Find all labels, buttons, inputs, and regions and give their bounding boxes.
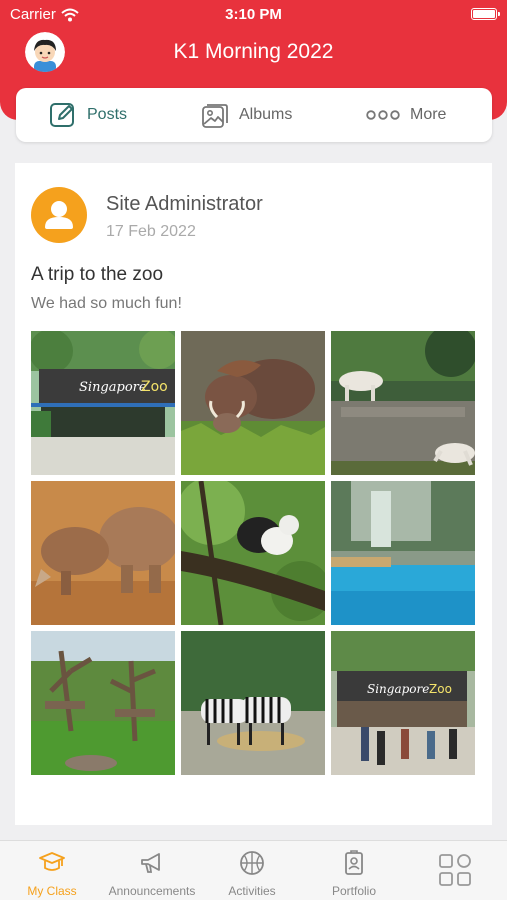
nav-announcements[interactable]: Announcements bbox=[102, 841, 202, 900]
segment-tabbar: Posts Albums More bbox=[16, 88, 492, 142]
tab-albums[interactable]: Albums bbox=[201, 88, 292, 142]
apps-grid-icon bbox=[439, 854, 471, 886]
photo-zoo-entrance[interactable]: Singapore Zoo bbox=[31, 331, 175, 475]
tab-posts-label: Posts bbox=[87, 106, 128, 123]
nav-my-class[interactable]: My Class bbox=[2, 841, 102, 900]
photo-white-tigers[interactable] bbox=[331, 331, 475, 475]
photo-zoo-entrance-crowd[interactable]: Singapore Zoo bbox=[331, 631, 475, 775]
tab-more-label: More bbox=[410, 106, 447, 123]
nav-portfolio-label: Portfolio bbox=[331, 884, 377, 898]
class-title: K1 Morning 2022 bbox=[173, 40, 334, 63]
post-title: A trip to the zoo bbox=[31, 264, 164, 285]
photo-waterfall-pool[interactable] bbox=[331, 481, 475, 625]
svg-text:Zoo: Zoo bbox=[429, 682, 452, 696]
nav-announcements-label: Announcements bbox=[108, 884, 196, 898]
photo-zebras[interactable] bbox=[181, 631, 325, 775]
post-body: We had so much fun! bbox=[31, 295, 182, 312]
svg-text:Singapore: Singapore bbox=[367, 682, 429, 696]
svg-text:Singapore: Singapore bbox=[79, 380, 147, 395]
bottom-tab-bar: My Class Announcements Activities Portfo… bbox=[0, 840, 507, 900]
tab-albums-label: Albums bbox=[239, 106, 293, 123]
photo-album-icon bbox=[202, 104, 228, 128]
nav-activities[interactable]: Activities bbox=[202, 841, 302, 900]
photo-rhinos[interactable] bbox=[31, 481, 175, 625]
status-time: 3:10 PM bbox=[225, 6, 282, 23]
more-dots-icon bbox=[366, 110, 400, 120]
tab-posts[interactable]: Posts bbox=[49, 88, 127, 142]
tab-more[interactable]: More bbox=[366, 88, 446, 142]
megaphone-icon bbox=[141, 853, 160, 873]
photo-warthog[interactable] bbox=[181, 331, 325, 475]
photo-ape-enclosure[interactable] bbox=[31, 631, 175, 775]
portfolio-icon bbox=[345, 850, 363, 875]
nav-portfolio[interactable]: Portfolio bbox=[304, 841, 404, 900]
battery-icon bbox=[471, 8, 500, 20]
author-name[interactable]: Site Administrator bbox=[106, 193, 263, 216]
author-avatar[interactable] bbox=[31, 187, 87, 243]
graduation-cap-icon bbox=[39, 852, 65, 871]
edit-icon bbox=[50, 103, 74, 127]
basketball-icon bbox=[240, 851, 264, 875]
nav-apps[interactable] bbox=[405, 841, 505, 900]
post-date: 17 Feb 2022 bbox=[106, 223, 196, 240]
status-bar: Carrier 3:10 PM bbox=[0, 0, 507, 28]
svg-text:Zoo: Zoo bbox=[141, 379, 168, 395]
post-card: Site Administrator 17 Feb 2022 A trip to… bbox=[15, 163, 492, 825]
nav-activities-label: Activities bbox=[228, 884, 276, 898]
photo-monkey[interactable] bbox=[181, 481, 325, 625]
nav-my-class-label: My Class bbox=[27, 884, 77, 898]
